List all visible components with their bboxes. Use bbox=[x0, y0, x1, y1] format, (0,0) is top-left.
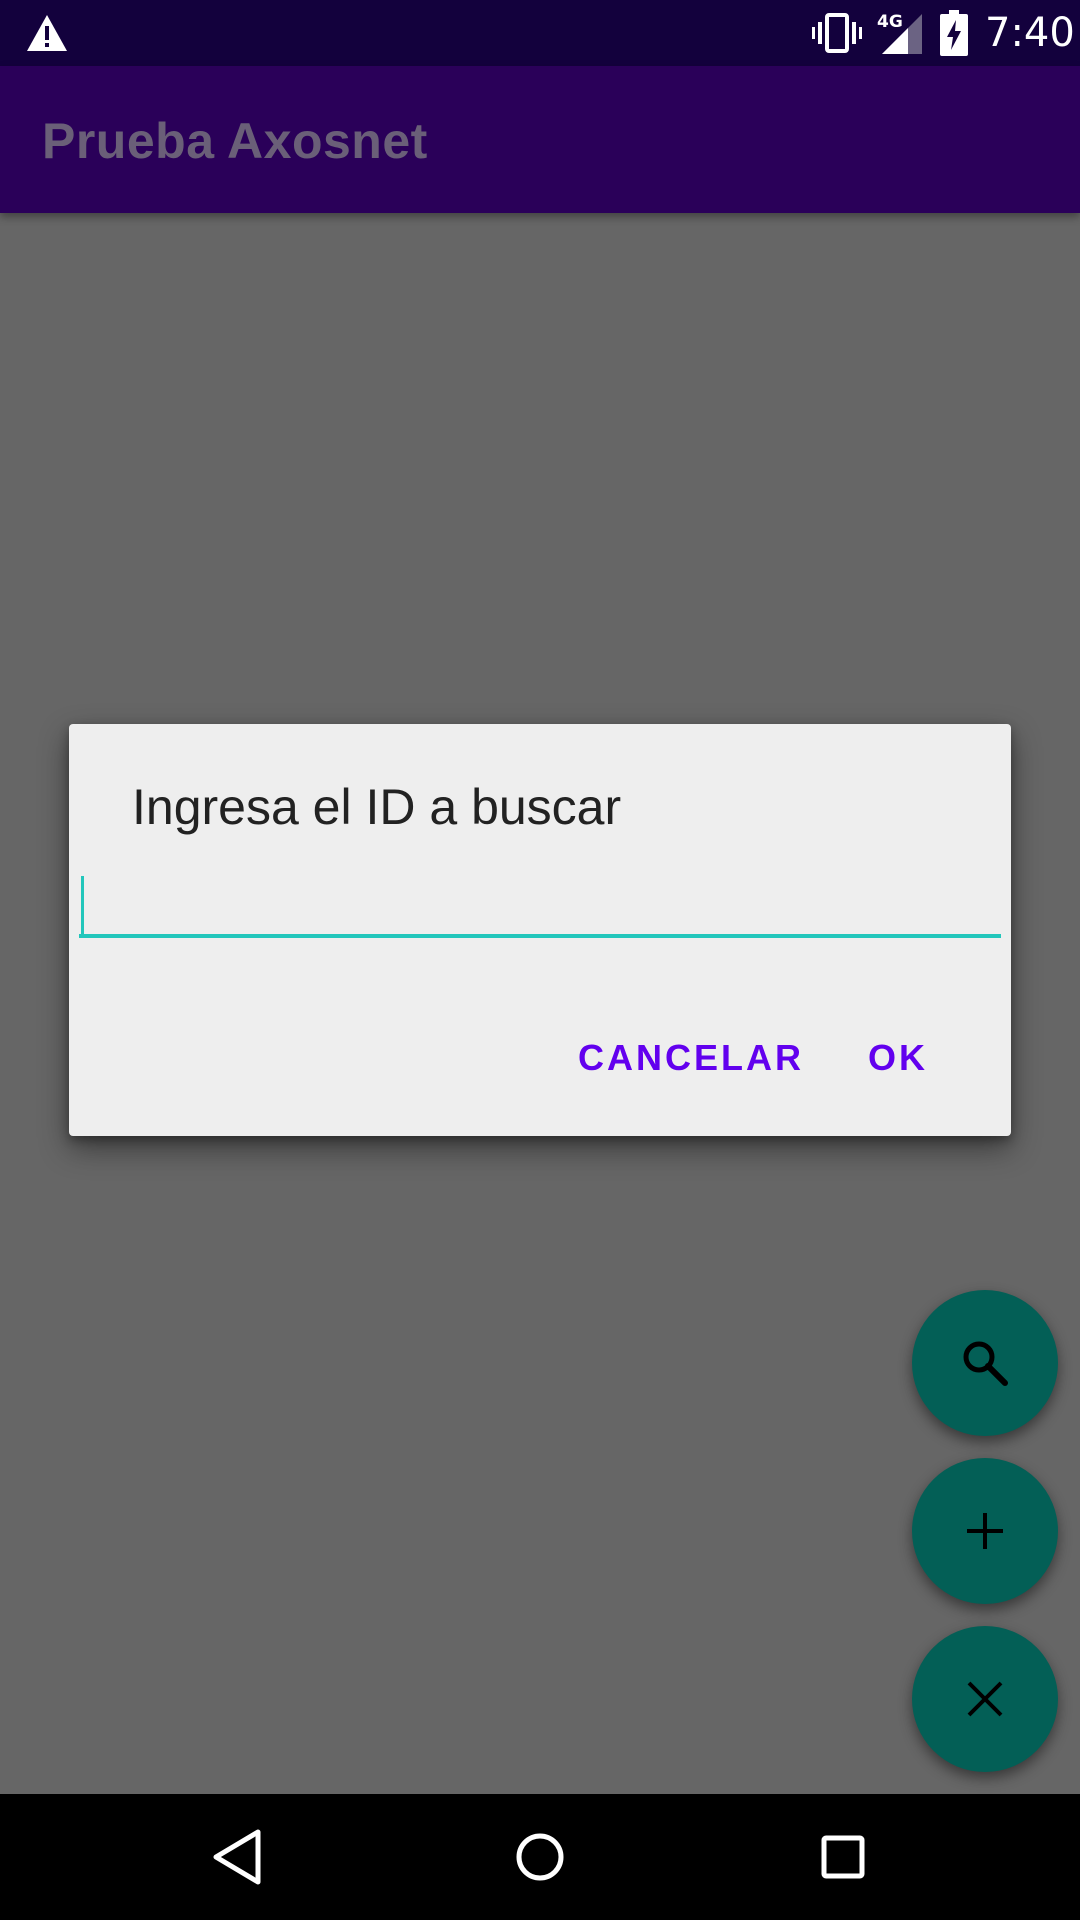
home-icon[interactable] bbox=[507, 1824, 573, 1890]
app-bar: Prueba Axosnet bbox=[0, 66, 1080, 213]
ok-button[interactable]: OK bbox=[868, 1026, 928, 1090]
dialog-title: Ingresa el ID a buscar bbox=[132, 779, 622, 835]
navigation-bar bbox=[0, 1794, 1080, 1920]
clock: 7:40 bbox=[985, 10, 1075, 56]
warning-icon bbox=[27, 15, 67, 51]
network-type-label: 4G bbox=[877, 12, 903, 32]
add-fab[interactable] bbox=[912, 1458, 1058, 1604]
search-id-dialog: Ingresa el ID a buscar CANCELAR OK bbox=[69, 724, 1011, 1136]
search-icon bbox=[963, 1341, 1008, 1386]
status-bar: 4G 7:40 bbox=[0, 0, 1080, 66]
close-fab[interactable] bbox=[912, 1626, 1058, 1772]
cancel-button[interactable]: CANCELAR bbox=[578, 1026, 804, 1090]
app-title: Prueba Axosnet bbox=[42, 113, 428, 169]
battery-charging-icon bbox=[940, 10, 968, 56]
id-input-field[interactable] bbox=[79, 866, 1001, 938]
recents-icon[interactable] bbox=[810, 1824, 876, 1890]
plus-icon bbox=[967, 1513, 1003, 1549]
text-caret bbox=[81, 876, 84, 934]
search-fab[interactable] bbox=[912, 1290, 1058, 1436]
back-icon[interactable] bbox=[204, 1824, 270, 1890]
close-icon bbox=[967, 1681, 1003, 1717]
vibrate-icon bbox=[812, 13, 862, 53]
